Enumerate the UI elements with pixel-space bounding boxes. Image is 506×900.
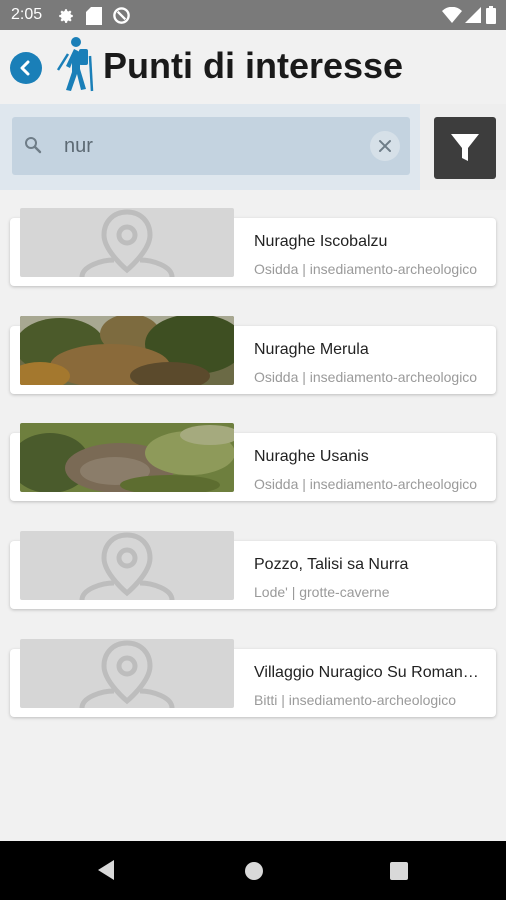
poi-meta: Osidda | insediamento-archeologico [254, 476, 478, 492]
placeholder-image [20, 208, 234, 277]
poi-photo [20, 423, 234, 492]
sd-card-icon [86, 7, 102, 25]
back-arrow-icon [20, 60, 30, 76]
poi-meta: Lode' | grotte-caverne [254, 584, 390, 600]
filter-icon [451, 134, 479, 161]
nav-recents-icon[interactable] [390, 862, 408, 880]
poi-meta: Osidda | insediamento-archeologico [254, 369, 478, 385]
battery-icon [486, 6, 496, 24]
poi-name: Villaggio Nuragico Su Romanzesu [254, 664, 486, 681]
list-item[interactable]: Nuraghe Merula Osidda | insediamento-arc… [10, 316, 496, 394]
search-field[interactable] [12, 117, 410, 175]
poi-meta: Osidda | insediamento-archeologico [254, 261, 478, 277]
placeholder-image [20, 531, 234, 600]
gear-icon [59, 9, 73, 23]
nav-home-icon[interactable] [244, 861, 264, 881]
search-bar [0, 104, 420, 190]
poi-meta: Bitti | insediamento-archeologico [254, 692, 457, 708]
hiker-icon [56, 37, 94, 92]
clear-search-button[interactable] [370, 131, 400, 161]
placeholder-image [20, 639, 234, 708]
location-pin-icon [79, 640, 175, 708]
status-bar: 2:05 [0, 0, 506, 30]
back-button[interactable] [10, 52, 42, 84]
list-item[interactable]: Nuraghe Iscobalzu Osidda | insediamento-… [10, 208, 496, 286]
search-input[interactable] [64, 131, 354, 161]
location-pin-icon [79, 209, 175, 277]
list-item[interactable]: Villaggio Nuragico Su Romanzesu Bitti | … [10, 639, 496, 717]
app-header: Punti di interesse [0, 30, 506, 104]
poi-photo [20, 316, 234, 385]
close-icon [379, 140, 391, 152]
search-icon [25, 137, 42, 154]
list-item[interactable]: Nuraghe Usanis Osidda | insediamento-arc… [10, 423, 496, 501]
status-time: 2:05 [11, 6, 43, 23]
poi-name: Nuraghe Iscobalzu [254, 233, 388, 250]
location-pin-icon [79, 532, 175, 600]
page-title: Punti di interesse [103, 45, 404, 86]
filter-area [420, 104, 506, 190]
filter-button[interactable] [434, 117, 496, 179]
poi-name: Nuraghe Usanis [254, 448, 369, 465]
list-item[interactable]: Pozzo, Talisi sa Nurra Lode' | grotte-ca… [10, 531, 496, 609]
signal-icon [465, 7, 481, 23]
poi-name: Nuraghe Merula [254, 341, 369, 358]
wifi-icon [442, 7, 462, 23]
data-saver-icon [113, 7, 130, 24]
nav-back-icon[interactable] [96, 859, 116, 881]
poi-name: Pozzo, Talisi sa Nurra [254, 556, 409, 573]
system-nav-bar [0, 841, 506, 900]
